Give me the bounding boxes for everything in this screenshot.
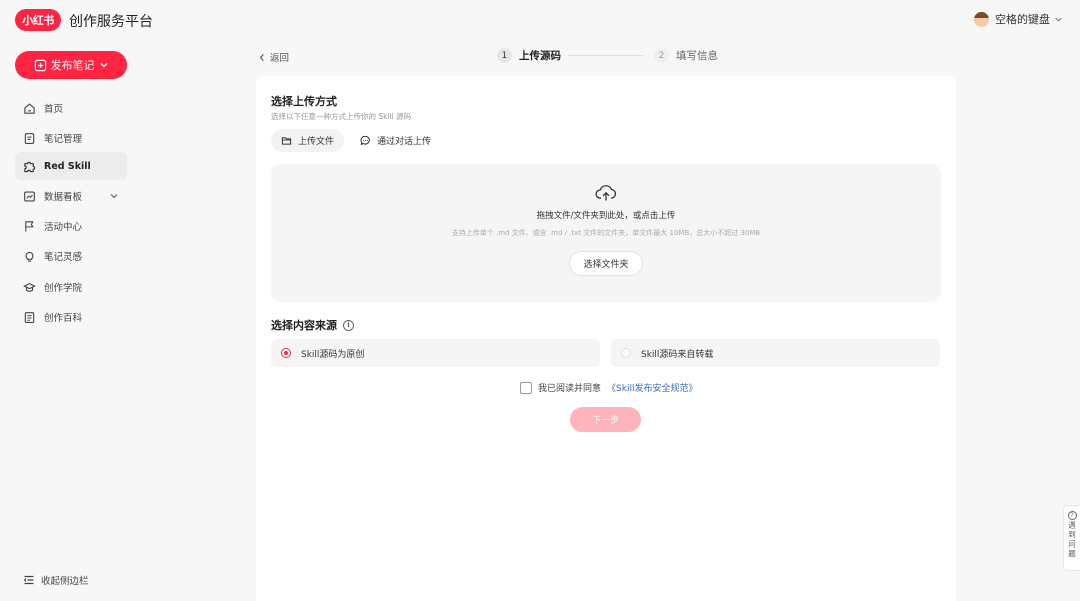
note-icon (23, 132, 36, 145)
sidebar-item-label: 创作学院 (44, 283, 83, 294)
step-number: 2 (654, 48, 669, 63)
question-icon: ? (1067, 511, 1077, 520)
sidebar-item-wiki[interactable]: 创作百科 (15, 303, 127, 331)
back-label: 返回 (270, 53, 290, 64)
cloud-upload-icon (595, 184, 617, 202)
agreement-row: 我已阅读并同意 《Skill发布安全规范》 (520, 381, 697, 394)
sidebar-item-notes[interactable]: 笔记管理 (15, 124, 127, 152)
sidebar-item-label: 笔记灵感 (44, 252, 83, 263)
collapse-sidebar-label: 收起侧边栏 (41, 576, 89, 587)
bulb-icon (23, 250, 36, 263)
tab-label: 上传文件 (298, 137, 335, 147)
dropzone-hint: 支持上传单个 .md 文件、或含 .md / .txt 文件的文件夹，单文件最大… (451, 229, 761, 237)
folder-icon (281, 135, 292, 146)
user-menu[interactable]: 空格的键盘 (974, 11, 1063, 27)
radio-reposted[interactable] (621, 348, 631, 358)
step-fill-info: 2 填写信息 (654, 48, 718, 63)
source-option-original[interactable]: Skill源码为原创 (271, 339, 600, 367)
content-source-heading: 选择内容来源 i (271, 317, 354, 333)
upload-method-title: 选择上传方式 (271, 95, 337, 108)
step-number: 1 (497, 48, 512, 63)
publish-note-label: 发布笔记 (50, 59, 95, 72)
file-dropzone[interactable]: 拖拽文件/文件夹到此处，或点击上传 支持上传单个 .md 文件、或含 .md /… (271, 164, 941, 302)
feedback-label: 遇到问题 (1067, 521, 1077, 559)
publish-note-button[interactable]: 发布笔记 (15, 51, 127, 79)
content-source-title: 选择内容来源 (271, 319, 337, 332)
source-option-label: Skill源码来自转载 (641, 349, 714, 360)
collapse-sidebar-button[interactable]: 收起侧边栏 (23, 573, 89, 587)
security-policy-link[interactable]: 《Skill发布安全规范》 (607, 381, 697, 394)
upload-card: 选择上传方式 选择以下任意一种方式上传你的 Skill 源码 上传文件 通过对话… (256, 76, 956, 601)
step-label: 上传源码 (519, 50, 561, 62)
chevron-down-icon (1054, 15, 1063, 24)
sidebar-item-label: 活动中心 (44, 222, 83, 233)
chat-icon (360, 135, 371, 146)
sidebar-item-label: 创作百科 (44, 313, 83, 324)
next-step-button[interactable]: 下一步 (570, 407, 641, 432)
source-option-label: Skill源码为原创 (301, 349, 365, 360)
sidebar: 发布笔记 首页 笔记管理 Red Skill 数据看板 活动中心 笔记灵感 创作… (0, 40, 142, 601)
sidebar-item-label: Red Skill (44, 160, 91, 172)
user-name: 空格的键盘 (995, 13, 1050, 26)
flag-icon (23, 220, 36, 233)
sidebar-item-activity[interactable]: 活动中心 (15, 212, 127, 240)
plus-square-icon (34, 59, 47, 72)
chevron-left-icon (258, 53, 266, 62)
tab-upload-file[interactable]: 上传文件 (271, 129, 345, 152)
sidebar-item-dashboard[interactable]: 数据看板 (15, 182, 127, 210)
chart-icon (23, 190, 36, 203)
step-label: 填写信息 (676, 50, 718, 62)
select-folder-button[interactable]: 选择文件夹 (569, 251, 643, 276)
step-upload-source: 1 上传源码 (497, 48, 561, 63)
sidebar-item-academy[interactable]: 创作学院 (15, 273, 127, 301)
book-icon (23, 311, 36, 324)
top-header: 小红书 创作服务平台 空格的键盘 (0, 0, 1080, 40)
source-option-reposted[interactable]: Skill源码来自转载 (611, 339, 940, 367)
sidebar-item-label: 笔记管理 (44, 134, 83, 145)
platform-name: 创作服务平台 (69, 14, 153, 30)
feedback-tab[interactable]: ? 遇到问题 (1063, 505, 1080, 571)
graduation-icon (23, 281, 36, 294)
sidebar-item-home[interactable]: 首页 (15, 94, 127, 122)
xiaohongshu-logo[interactable]: 小红书 (15, 9, 61, 31)
radio-original[interactable] (281, 348, 291, 358)
tab-upload-via-chat[interactable]: 通过对话上传 (350, 129, 441, 152)
step-connector (568, 55, 644, 56)
puzzle-icon (23, 160, 36, 173)
collapse-icon (23, 574, 35, 586)
upload-method-subtitle: 选择以下任意一种方式上传你的 Skill 源码 (271, 112, 412, 121)
info-icon[interactable]: i (343, 319, 354, 331)
tab-label: 通过对话上传 (377, 137, 432, 147)
sidebar-item-label: 数据看板 (44, 192, 83, 203)
back-button[interactable]: 返回 (258, 50, 289, 64)
sidebar-item-label: 首页 (44, 104, 64, 115)
chevron-down-icon (109, 191, 119, 201)
chevron-down-icon (99, 60, 109, 70)
agreement-text: 我已阅读并同意 (538, 384, 602, 394)
avatar (974, 11, 989, 27)
sidebar-item-red-skill[interactable]: Red Skill (15, 152, 127, 180)
dropzone-instruction: 拖拽文件/文件夹到此处，或点击上传 (536, 211, 676, 221)
home-icon (23, 102, 36, 115)
agreement-checkbox[interactable] (520, 381, 532, 394)
sidebar-item-inspiration[interactable]: 笔记灵感 (15, 242, 127, 270)
